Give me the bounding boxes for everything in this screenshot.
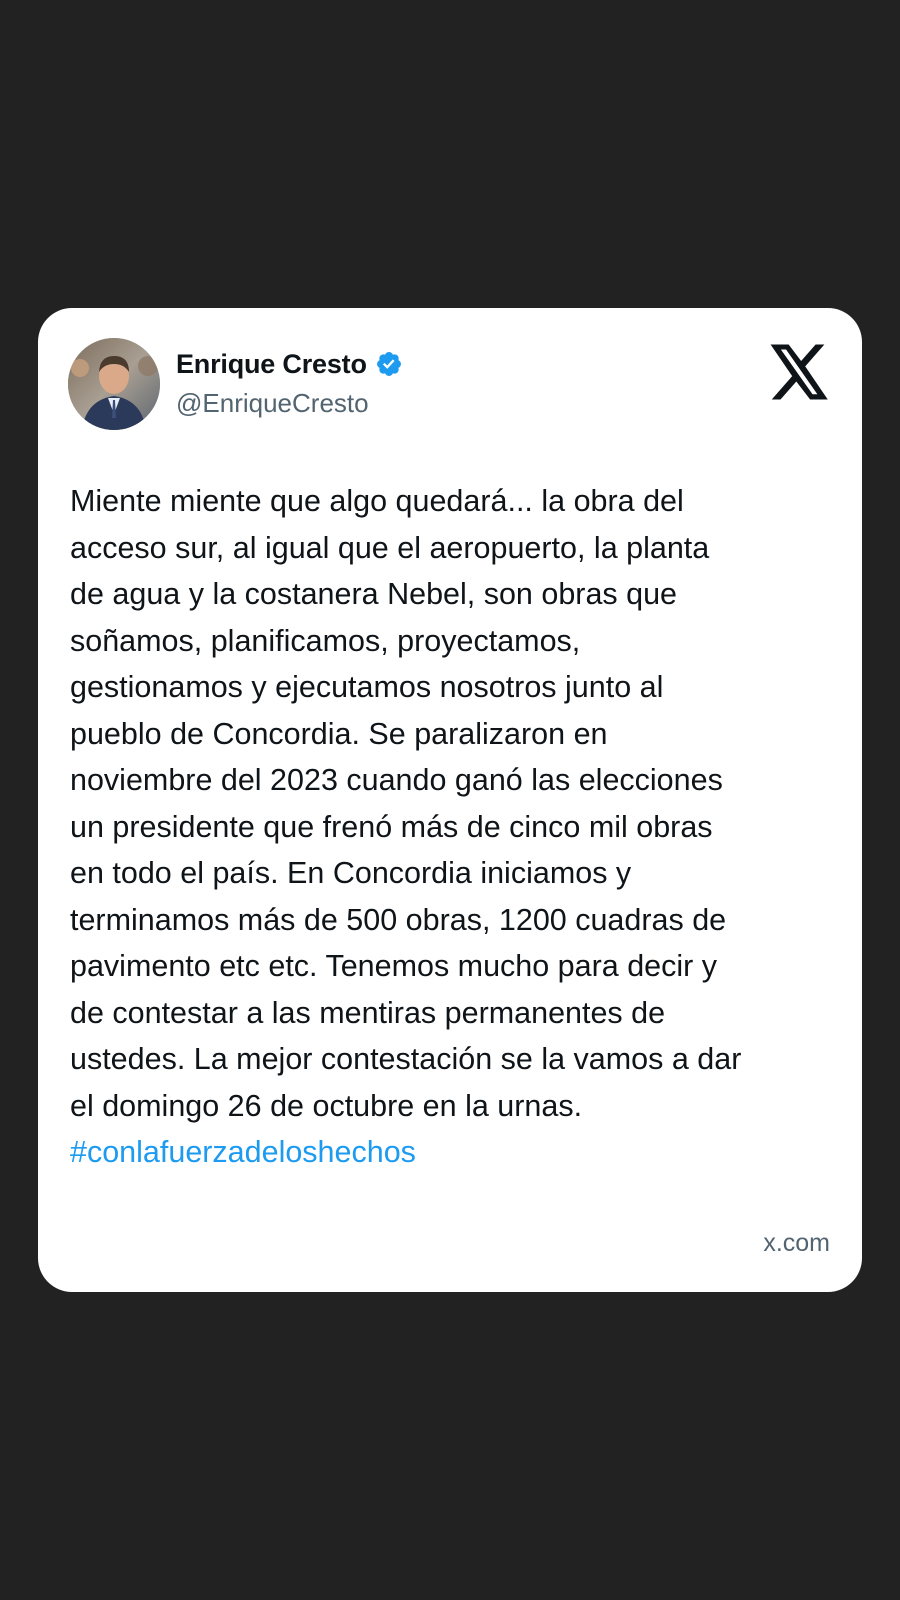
tweet-text-line: terminamos más de 500 obras, 1200 cuadra… [70,902,727,937]
tweet-text-line: en todo el país. En Concordia iniciamos … [70,856,632,890]
avatar[interactable] [68,338,160,430]
hashtag-link[interactable]: #conlafuerzadeloshechos [70,1129,840,1176]
tweet-text-line: de agua y la costanera Nebel, son obras … [70,577,678,611]
author-display-name[interactable]: Enrique Cresto [176,349,367,380]
source-domain: x.com [763,1229,830,1257]
tweet-text-line: un presidente que frenó más de cinco mil… [70,809,713,844]
author-name-row: Enrique Cresto [176,346,403,382]
x-logo-icon[interactable] [770,344,830,400]
tweet-text-line: el domingo 26 de octubre en la urnas. [70,1088,583,1123]
tweet-text-line: ustedes. La mejor contestación se la vam… [70,1042,742,1076]
tweet-text-line: de contestar a las mentiras permanentes … [70,995,666,1030]
tweet-text-line: pueblo de Concordia. Se paralizaron en [70,716,608,751]
tweet-text-line: soñamos, planificamos, proyectamos, [70,623,581,658]
tweet-text-line: noviembre del 2023 cuando ganó las elecc… [70,763,723,797]
tweet-text-line: gestionamos y ejecutamos nosotros junto … [70,670,664,704]
tweet-text-line: pavimento etc etc. Tenemos mucho para de… [70,949,718,983]
tweet-text-line: acceso sur, al igual que el aeropuerto, … [70,530,710,565]
tweet-body: Miente miente que algo quedará... la obr… [70,478,840,1176]
tweet-text-line: Miente miente que algo quedará... la obr… [70,484,684,518]
tweet-card[interactable]: Enrique Cresto @EnriqueCresto Miente mie… [38,308,862,1292]
verified-badge-icon [375,350,403,378]
author-handle[interactable]: @EnriqueCresto [176,388,369,419]
